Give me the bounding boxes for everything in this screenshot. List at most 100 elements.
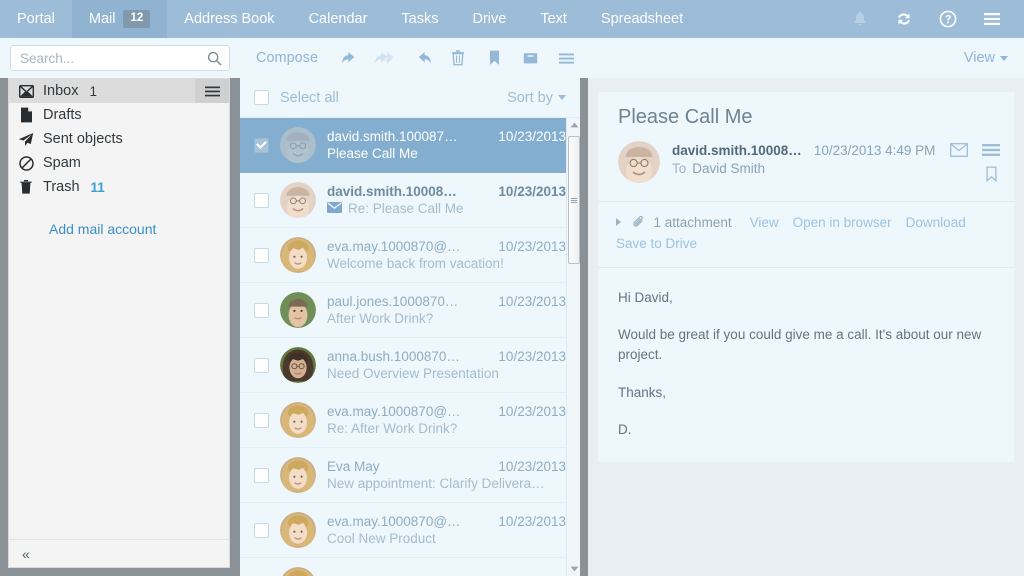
archive-icon[interactable]: [512, 38, 548, 78]
select-all-label[interactable]: Select all: [280, 90, 339, 106]
sidebar-item-inbox[interactable]: Inbox 1: [9, 79, 229, 103]
more-menu-icon[interactable]: [982, 143, 1000, 162]
mail-item-checkbox[interactable]: [254, 137, 269, 153]
mail-list-item[interactable]: david.smith.10008… 10/23/2013 Re: Please C…: [240, 173, 580, 228]
attachment-open-in-browser-link[interactable]: Open in browser: [793, 215, 892, 230]
attachment-save-to-drive-link[interactable]: Save to Drive: [616, 236, 697, 251]
compose-button[interactable]: Compose: [240, 50, 332, 66]
sidebar-item-label: Sent objects: [43, 131, 123, 147]
trash-icon: [9, 179, 43, 195]
mail-item-checkbox[interactable]: [254, 522, 269, 538]
sidebar-footer: «: [9, 539, 229, 567]
mail-item-date: 10/23/2013: [498, 404, 566, 419]
tab-spreadsheet[interactable]: Spreadsheet: [584, 0, 700, 38]
mail-list-item[interactable]: Eva May 10/23/2013 New appointment: Clarif…: [240, 448, 580, 503]
search-input[interactable]: [11, 46, 229, 70]
folder-list: Inbox 1 Drafts Sent objects Spam Trash 11: [9, 79, 229, 199]
search-icon[interactable]: [207, 51, 222, 71]
reply-icon[interactable]: [332, 38, 368, 78]
mail-item-checkbox[interactable]: [254, 412, 269, 428]
sidebar-item-label: Inbox: [43, 83, 79, 99]
sidebar-item-trash[interactable]: Trash 11: [9, 175, 229, 199]
mail-list-item[interactable]: anna.bush.1000870… 10/23/2013 Need Overvie…: [240, 338, 580, 393]
mail-list-item[interactable]: eva.may.1000870@… 10/23/2013 Re: After Wor…: [240, 393, 580, 448]
mail-item-sender: eva.may.1000870@…: [327, 404, 461, 419]
sort-by-dropdown[interactable]: Sort by: [507, 90, 566, 106]
sent-paperplane-icon: [9, 132, 43, 147]
top-nav-label: Calendar: [308, 11, 368, 27]
search-box[interactable]: [10, 45, 230, 71]
tab-text[interactable]: Text: [523, 0, 584, 38]
scroll-down-arrow-icon[interactable]: [567, 562, 581, 576]
mail-recipient-line: To David Smith: [672, 161, 950, 176]
app-menu-icon[interactable]: [972, 0, 1012, 38]
mail-item-subject: Please Call Me: [327, 146, 418, 161]
mail-item-text: david.smith.100087… 10/23/2013 Please Call…: [327, 129, 570, 161]
scroll-up-arrow-icon[interactable]: [567, 118, 581, 132]
mail-item-checkbox[interactable]: [254, 247, 269, 263]
mail-item-checkbox[interactable]: [254, 357, 269, 373]
mail-list-item[interactable]: eva.may.1000870@… 10/23/2013 Welcome back …: [240, 228, 580, 283]
sidebar-item-spam[interactable]: Spam: [9, 151, 229, 175]
delete-trash-icon[interactable]: [440, 38, 476, 78]
forward-icon[interactable]: [404, 38, 440, 78]
folder-context-menu-icon[interactable]: [195, 79, 229, 103]
mail-item-checkbox[interactable]: [254, 192, 269, 208]
scrollbar-thumb[interactable]: [568, 136, 580, 264]
envelope-icon[interactable]: [950, 143, 968, 162]
mail-item-text: anna.bush.1000870… 10/23/2013 Need Overvie…: [327, 349, 570, 381]
mail-item-subject: Need Overview Presentation: [327, 366, 499, 381]
sidebar-item-count: 11: [90, 179, 105, 195]
paperclip-icon: [628, 215, 649, 230]
avatar: [280, 457, 316, 493]
spam-blocked-icon: [9, 155, 43, 171]
flag-bookmark-icon[interactable]: [476, 38, 512, 78]
mail-item-sender: david.smith.10008…: [327, 184, 457, 199]
mail-body-paragraph: Hi David,: [618, 289, 673, 305]
tab-mail[interactable]: Mail 12: [71, 0, 168, 38]
tab-drive[interactable]: Drive: [455, 0, 523, 38]
sidebar-item-sent-objects[interactable]: Sent objects: [9, 127, 229, 151]
sidebar-item-count: 1: [89, 83, 97, 99]
mail-bookmark-row: [985, 166, 1000, 187]
search-area: [0, 38, 240, 78]
mail-item-subject-line: After Work Drink?: [327, 311, 566, 326]
mail-item-checkbox[interactable]: [254, 467, 269, 483]
notifications-bell-icon[interactable]: [840, 0, 880, 38]
view-dropdown[interactable]: View: [964, 50, 1024, 66]
expand-triangle-icon[interactable]: [616, 218, 621, 226]
select-all-checkbox[interactable]: [254, 90, 269, 105]
avatar: [280, 347, 316, 383]
tab-calendar[interactable]: Calendar: [292, 0, 385, 38]
mail-item-text: eva.may.1000870@… 10/23/2013 Re: After Wor…: [327, 404, 570, 436]
tab-tasks[interactable]: Tasks: [384, 0, 455, 38]
mail-to-value: David Smith: [692, 161, 766, 176]
avatar: [618, 141, 660, 183]
attachment-view-link[interactable]: View: [750, 215, 779, 230]
secondary-toolbar: Compose View: [0, 38, 1024, 78]
mail-list-scrollbar[interactable]: [566, 118, 580, 576]
reply-all-icon[interactable]: [368, 38, 404, 78]
tab-portal[interactable]: Portal: [0, 0, 72, 38]
mail-item-date: 10/23/2013: [498, 514, 566, 529]
bookmark-flag-icon[interactable]: [985, 166, 998, 187]
sidebar-item-drafts[interactable]: Drafts: [9, 103, 229, 127]
mail-list-item[interactable]: Eva May10/23/2013: [240, 558, 580, 576]
mail-sender: david.smith.10008…: [672, 143, 802, 158]
refresh-icon[interactable]: [884, 0, 924, 38]
mail-detail-actions: [950, 141, 1000, 187]
add-mail-account-link[interactable]: Add mail account: [9, 199, 229, 237]
mail-list-item[interactable]: david.smith.100087… 10/23/2013 Please Call…: [240, 118, 580, 173]
help-icon[interactable]: [928, 0, 968, 38]
attachment-download-link[interactable]: Download: [906, 215, 966, 230]
collapse-left-icon[interactable]: «: [22, 546, 30, 562]
more-menu-icon[interactable]: [548, 38, 584, 78]
mail-item-text: paul.jones.1000870… 10/23/2013 After Work …: [327, 294, 570, 326]
mail-item-checkbox[interactable]: [254, 302, 269, 318]
tab-address-book[interactable]: Address Book: [167, 0, 291, 38]
mail-list-item[interactable]: paul.jones.1000870… 10/23/2013 After Work …: [240, 283, 580, 338]
mail-list-item[interactable]: eva.may.1000870@… 10/23/2013 Cool New Prod…: [240, 503, 580, 558]
mail-sender-line: david.smith.10008… 10/23/2013 4:49 PM: [672, 143, 950, 158]
